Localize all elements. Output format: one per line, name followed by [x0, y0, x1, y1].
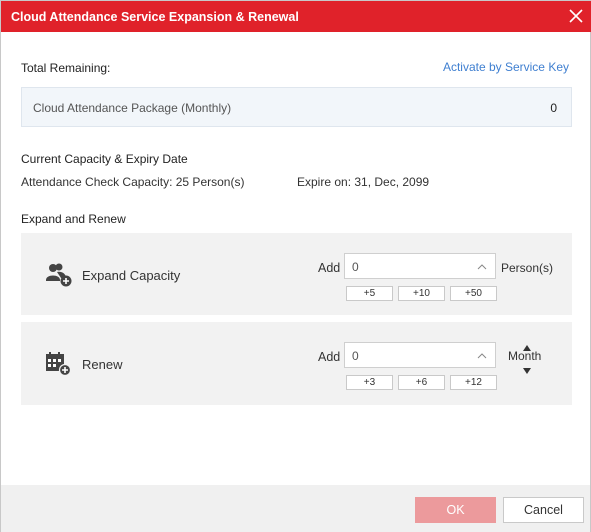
renew-add-label: Add	[318, 350, 341, 364]
quick-add-3-button[interactable]: +3	[346, 375, 393, 390]
total-remaining-label: Total Remaining:	[21, 61, 111, 75]
package-count: 0	[550, 101, 557, 115]
cancel-button[interactable]: Cancel	[503, 497, 584, 523]
dialog-title: Cloud Attendance Service Expansion & Ren…	[11, 10, 299, 24]
add-user-icon	[45, 262, 73, 288]
quick-add-10-button[interactable]: +10	[398, 286, 445, 301]
expand-capacity-panel: Expand Capacity Add 0 Person(s) +5 +10 +…	[21, 233, 572, 315]
package-row: Cloud Attendance Package (Monthly) 0	[21, 87, 572, 127]
expire-text: Expire on: 31, Dec, 2099	[297, 175, 430, 189]
dialog-titlebar: Cloud Attendance Service Expansion & Ren…	[1, 1, 591, 32]
expand-renew-section-title: Expand and Renew	[21, 212, 126, 226]
chevron-up-icon[interactable]	[477, 348, 487, 359]
expand-unit-label: Person(s)	[501, 261, 554, 275]
quick-add-5-button[interactable]: +5	[346, 286, 393, 301]
renew-panel: Renew Add 0 Month +3 +6 +12	[21, 322, 572, 405]
capacity-section-title: Current Capacity & Expiry Date	[21, 152, 188, 166]
renew-label: Renew	[82, 357, 123, 372]
calendar-add-icon	[45, 351, 73, 377]
activate-by-service-key-link[interactable]: Activate by Service Key	[443, 60, 569, 74]
chevron-up-icon[interactable]	[477, 259, 487, 270]
quick-add-12-button[interactable]: +12	[450, 375, 497, 390]
expand-capacity-input[interactable]: 0	[344, 253, 496, 279]
renew-unit-label: Month	[508, 349, 542, 363]
renew-input[interactable]: 0	[344, 342, 496, 368]
triangle-up-icon[interactable]	[523, 340, 531, 351]
expand-capacity-label: Expand Capacity	[82, 268, 181, 283]
ok-button[interactable]: OK	[415, 497, 496, 523]
close-icon[interactable]	[568, 8, 584, 24]
renew-value: 0	[352, 349, 359, 363]
quick-add-50-button[interactable]: +50	[450, 286, 497, 301]
quick-add-6-button[interactable]: +6	[398, 375, 445, 390]
dialog-footer: OK Cancel	[1, 485, 590, 532]
expand-capacity-value: 0	[352, 260, 359, 274]
package-name: Cloud Attendance Package (Monthly)	[33, 101, 232, 115]
expand-add-label: Add	[318, 261, 341, 275]
triangle-down-icon[interactable]	[523, 363, 531, 374]
service-dialog: Cloud Attendance Service Expansion & Ren…	[0, 0, 591, 532]
capacity-text: Attendance Check Capacity: 25 Person(s)	[21, 175, 245, 189]
